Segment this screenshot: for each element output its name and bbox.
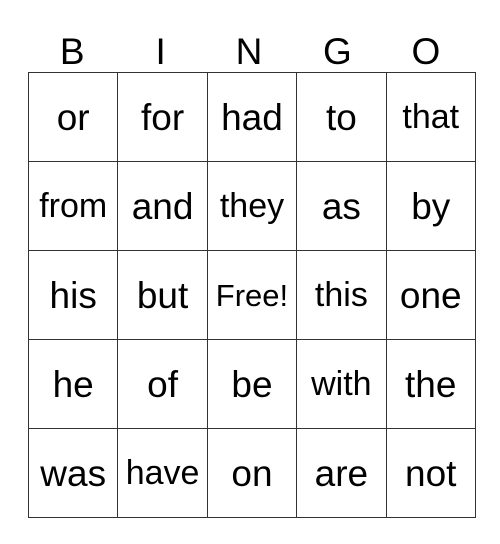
bingo-grid: or for had to that from and they as by h…: [27, 72, 476, 518]
bingo-cell[interactable]: on: [206, 428, 298, 518]
bingo-cell[interactable]: the: [385, 339, 476, 429]
bingo-cell-label: with: [311, 365, 372, 403]
bingo-cell[interactable]: or: [27, 72, 119, 162]
bingo-cell[interactable]: that: [385, 72, 476, 162]
bingo-cell-label: be: [231, 363, 273, 405]
bingo-cell-label: one: [399, 274, 462, 316]
bingo-cell-label: this: [314, 276, 368, 314]
bingo-cell-label: to: [325, 96, 357, 138]
bingo-header-letter-b: B: [59, 31, 85, 72]
bingo-cell-label: his: [49, 274, 97, 316]
bingo-cell[interactable]: and: [117, 161, 208, 251]
bingo-cell-label: but: [136, 274, 189, 316]
bingo-row: or for had to that: [27, 72, 476, 162]
bingo-cell[interactable]: one: [385, 250, 476, 340]
bingo-row: he of be with the: [27, 339, 476, 429]
bingo-free-cell[interactable]: Free!: [206, 250, 298, 340]
bingo-header-letter-i: I: [155, 31, 166, 72]
bingo-cell-label: the: [405, 363, 457, 405]
bingo-cell[interactable]: they: [206, 161, 298, 251]
bingo-cell[interactable]: but: [117, 250, 208, 340]
bingo-card: B I N G O or for had to that from and th…: [27, 18, 476, 518]
bingo-cell-label: he: [52, 363, 94, 405]
bingo-header-letter-o: O: [411, 31, 441, 72]
bingo-cell[interactable]: as: [296, 161, 387, 251]
bingo-cell[interactable]: have: [117, 428, 208, 518]
bingo-cell[interactable]: had: [206, 72, 298, 162]
bingo-header-letter-g: G: [323, 31, 352, 72]
bingo-cell-label: they: [219, 187, 285, 225]
bingo-row: his but Free! this one: [27, 250, 476, 340]
bingo-cell[interactable]: be: [206, 339, 298, 429]
bingo-cell[interactable]: for: [117, 72, 208, 162]
bingo-cell[interactable]: this: [296, 250, 387, 340]
bingo-cell[interactable]: are: [296, 428, 387, 518]
bingo-cell-label: on: [231, 452, 273, 494]
bingo-row: was have on are not: [27, 428, 476, 518]
bingo-cell-label: from: [39, 187, 108, 225]
bingo-cell[interactable]: he: [27, 339, 119, 429]
bingo-cell-label: have: [125, 454, 200, 492]
bingo-cell[interactable]: was: [27, 428, 119, 518]
bingo-cell-label: by: [411, 185, 451, 227]
bingo-cell[interactable]: not: [385, 428, 476, 518]
bingo-cell-label: was: [40, 452, 107, 494]
bingo-cell[interactable]: to: [296, 72, 387, 162]
bingo-cell-label: of: [147, 363, 179, 405]
bingo-cell-label: as: [321, 185, 361, 227]
bingo-cell-label: had: [221, 96, 283, 138]
bingo-free-label: Free!: [215, 277, 289, 313]
bingo-cell-label: not: [405, 452, 457, 494]
bingo-cell-label: that: [402, 98, 460, 136]
bingo-cell[interactable]: from: [27, 161, 119, 251]
bingo-cell-label: or: [56, 96, 90, 138]
bingo-cell[interactable]: of: [117, 339, 208, 429]
bingo-cell-label: and: [131, 185, 194, 227]
bingo-cell-label: are: [314, 452, 369, 494]
bingo-cell-label: for: [140, 96, 185, 138]
bingo-header-row: B I N G O: [28, 18, 470, 72]
bingo-row: from and they as by: [27, 161, 476, 251]
bingo-cell[interactable]: by: [385, 161, 476, 251]
bingo-cell[interactable]: with: [296, 339, 387, 429]
bingo-header-letter-n: N: [235, 31, 263, 72]
bingo-cell[interactable]: his: [27, 250, 119, 340]
